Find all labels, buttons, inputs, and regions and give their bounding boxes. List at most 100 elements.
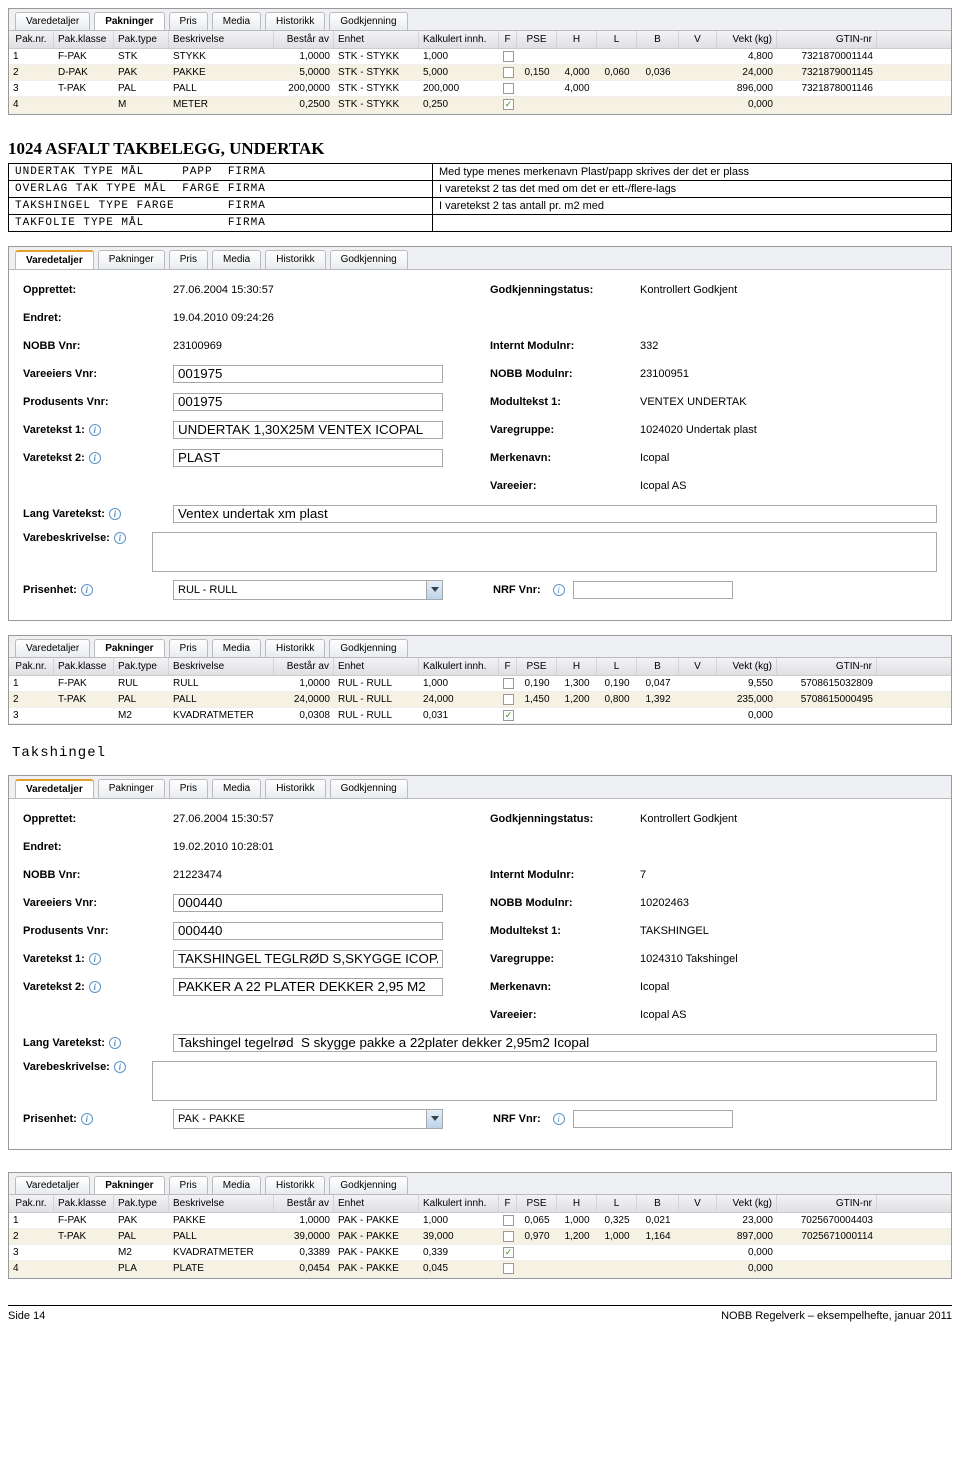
tab-pakninger[interactable]: Pakninger xyxy=(98,250,165,269)
column-header[interactable]: Består av xyxy=(274,658,334,675)
tab-historikk[interactable]: Historikk xyxy=(265,12,325,30)
checkbox-icon[interactable] xyxy=(503,710,514,721)
tab-pris[interactable]: Pris xyxy=(169,779,208,798)
varetekst1-input[interactable] xyxy=(173,421,443,439)
column-header[interactable]: L xyxy=(597,1195,637,1212)
tab-media[interactable]: Media xyxy=(212,1176,261,1194)
column-header[interactable]: Pak.nr. xyxy=(9,1195,54,1212)
vareeiers-vnr-input[interactable] xyxy=(173,894,443,912)
tab-pakninger[interactable]: Pakninger xyxy=(94,12,164,30)
column-header[interactable]: PSE xyxy=(517,1195,557,1212)
table-row[interactable]: 1F-PAKRULRULL1,0000RUL - RULL1,0000,1901… xyxy=(9,676,951,692)
tab-historikk[interactable]: Historikk xyxy=(265,639,325,657)
varetekst2-input[interactable] xyxy=(173,978,443,996)
checkbox-icon[interactable] xyxy=(503,1215,514,1226)
prisenhet-select[interactable]: PAK - PAKKE xyxy=(173,1109,443,1129)
table-row[interactable]: 2D-PAKPAKPAKKE5,0000STK - STYKK5,0000,15… xyxy=(9,65,951,81)
lang-varetekst-input[interactable] xyxy=(173,1034,937,1052)
table-row[interactable]: 3M2KVADRATMETER0,3389PAK - PAKKE0,3390,0… xyxy=(9,1245,951,1261)
tab-varedetaljer[interactable]: Varedetaljer xyxy=(15,250,94,269)
tab-historikk[interactable]: Historikk xyxy=(265,1176,325,1194)
varetekst1-input[interactable] xyxy=(173,950,443,968)
tab-pris[interactable]: Pris xyxy=(169,12,208,30)
column-header[interactable]: Enhet xyxy=(334,31,419,48)
column-header[interactable]: Vekt (kg) xyxy=(717,658,777,675)
tab-godkjenning[interactable]: Godkjenning xyxy=(329,639,407,657)
produsents-vnr-input[interactable] xyxy=(173,922,443,940)
table-row[interactable]: 2T-PAKPALPALL24,0000RUL - RULL24,0001,45… xyxy=(9,692,951,708)
column-header[interactable]: Består av xyxy=(274,1195,334,1212)
column-header[interactable]: F xyxy=(499,658,517,675)
column-header[interactable]: GTIN-nr xyxy=(777,658,877,675)
tab-media[interactable]: Media xyxy=(212,639,261,657)
column-header[interactable]: Pak.klasse xyxy=(54,31,114,48)
column-header[interactable]: Pak.klasse xyxy=(54,1195,114,1212)
column-header[interactable]: PSE xyxy=(517,31,557,48)
checkbox-icon[interactable] xyxy=(503,1247,514,1258)
tab-godkjenning[interactable]: Godkjenning xyxy=(329,1176,407,1194)
checkbox-icon[interactable] xyxy=(503,51,514,62)
column-header[interactable]: H xyxy=(557,658,597,675)
checkbox-icon[interactable] xyxy=(503,99,514,110)
checkbox-icon[interactable] xyxy=(503,83,514,94)
checkbox-icon[interactable] xyxy=(503,678,514,689)
column-header[interactable]: GTIN-nr xyxy=(777,31,877,48)
checkbox-icon[interactable] xyxy=(503,1263,514,1274)
checkbox-icon[interactable] xyxy=(503,67,514,78)
column-header[interactable]: Består av xyxy=(274,31,334,48)
table-row[interactable]: 3M2KVADRATMETER0,0308RUL - RULL0,0310,00… xyxy=(9,708,951,724)
table-row[interactable]: 1F-PAKPAKPAKKE1,0000PAK - PAKKE1,0000,06… xyxy=(9,1213,951,1229)
nrf-vnr-input[interactable] xyxy=(573,1110,733,1128)
column-header[interactable]: Pak.nr. xyxy=(9,658,54,675)
varebeskrivelse-textarea[interactable] xyxy=(152,1061,937,1101)
tab-varedetaljer[interactable]: Varedetaljer xyxy=(15,1176,90,1194)
checkbox-icon[interactable] xyxy=(503,1231,514,1242)
table-row[interactable]: 1F-PAKSTKSTYKK1,0000STK - STYKK1,0004,80… xyxy=(9,49,951,65)
tab-media[interactable]: Media xyxy=(212,779,261,798)
column-header[interactable]: V xyxy=(679,1195,717,1212)
tab-pris[interactable]: Pris xyxy=(169,639,208,657)
tab-pakninger[interactable]: Pakninger xyxy=(98,779,165,798)
column-header[interactable]: B xyxy=(637,1195,679,1212)
column-header[interactable]: Enhet xyxy=(334,658,419,675)
produsents-vnr-input[interactable] xyxy=(173,393,443,411)
column-header[interactable]: Enhet xyxy=(334,1195,419,1212)
column-header[interactable]: Kalkulert innh. xyxy=(419,1195,499,1212)
column-header[interactable]: F xyxy=(499,1195,517,1212)
table-row[interactable]: 2T-PAKPALPALL39,0000PAK - PAKKE39,0000,9… xyxy=(9,1229,951,1245)
vareeiers-vnr-input[interactable] xyxy=(173,365,443,383)
tab-pakninger[interactable]: Pakninger xyxy=(94,639,164,657)
tab-varedetaljer[interactable]: Varedetaljer xyxy=(15,639,90,657)
tab-godkjenning[interactable]: Godkjenning xyxy=(330,250,408,269)
column-header[interactable]: Beskrivelse xyxy=(169,1195,274,1212)
column-header[interactable]: Pak.type xyxy=(114,1195,169,1212)
prisenhet-select[interactable]: RUL - RULL xyxy=(173,580,443,600)
column-header[interactable]: H xyxy=(557,1195,597,1212)
column-header[interactable]: Beskrivelse xyxy=(169,658,274,675)
tab-pris[interactable]: Pris xyxy=(169,250,208,269)
column-header[interactable]: L xyxy=(597,31,637,48)
column-header[interactable]: Vekt (kg) xyxy=(717,1195,777,1212)
column-header[interactable]: Kalkulert innh. xyxy=(419,658,499,675)
column-header[interactable]: GTIN-nr xyxy=(777,1195,877,1212)
tab-historikk[interactable]: Historikk xyxy=(265,250,325,269)
column-header[interactable]: Kalkulert innh. xyxy=(419,31,499,48)
column-header[interactable]: F xyxy=(499,31,517,48)
tab-pakninger[interactable]: Pakninger xyxy=(94,1176,164,1194)
tab-varedetaljer[interactable]: Varedetaljer xyxy=(15,12,90,30)
tab-pris[interactable]: Pris xyxy=(169,1176,208,1194)
table-row[interactable]: 4MMETER0,2500STK - STYKK0,2500,000 xyxy=(9,97,951,113)
column-header[interactable]: Pak.type xyxy=(114,31,169,48)
table-row[interactable]: 3T-PAKPALPALL200,0000STK - STYKK200,0004… xyxy=(9,81,951,97)
checkbox-icon[interactable] xyxy=(503,694,514,705)
nrf-vnr-input[interactable] xyxy=(573,581,733,599)
column-header[interactable]: Beskrivelse xyxy=(169,31,274,48)
varebeskrivelse-textarea[interactable] xyxy=(152,532,937,572)
column-header[interactable]: V xyxy=(679,658,717,675)
column-header[interactable]: L xyxy=(597,658,637,675)
column-header[interactable]: Pak.nr. xyxy=(9,31,54,48)
column-header[interactable]: H xyxy=(557,31,597,48)
varetekst2-input[interactable] xyxy=(173,449,443,467)
tab-godkjenning[interactable]: Godkjenning xyxy=(329,12,407,30)
tab-historikk[interactable]: Historikk xyxy=(265,779,325,798)
